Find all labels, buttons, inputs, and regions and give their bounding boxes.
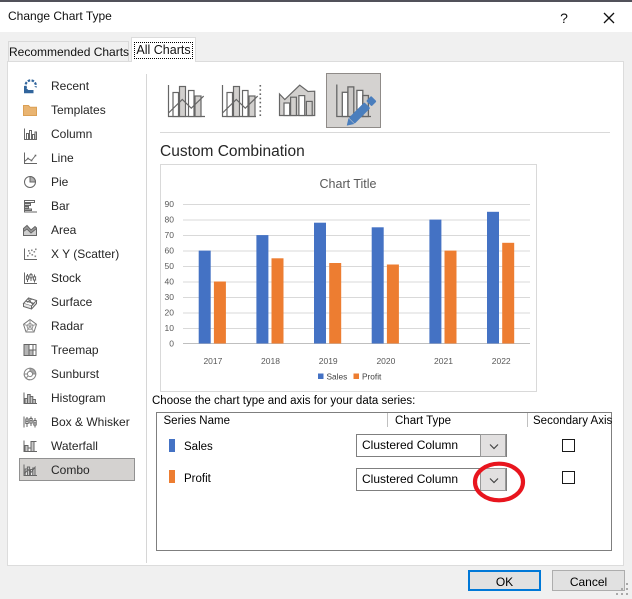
svg-text:2019: 2019: [319, 356, 338, 366]
svg-text:2022: 2022: [492, 356, 511, 366]
svg-text:10: 10: [165, 323, 175, 333]
svg-text:40: 40: [165, 277, 175, 287]
svg-text:Chart Title: Chart Title: [320, 177, 377, 191]
svg-text:50: 50: [165, 261, 175, 271]
svg-text:2017: 2017: [203, 356, 222, 366]
svg-text:60: 60: [165, 246, 175, 256]
svg-text:80: 80: [165, 215, 175, 225]
svg-text:Sales: Sales: [327, 372, 348, 382]
svg-text:2020: 2020: [376, 356, 395, 366]
svg-text:90: 90: [165, 199, 175, 209]
svg-text:0: 0: [169, 339, 174, 349]
svg-text:20: 20: [165, 308, 175, 318]
svg-text:Profit: Profit: [362, 372, 382, 382]
svg-text:2018: 2018: [261, 356, 280, 366]
svg-text:70: 70: [165, 230, 175, 240]
svg-text:30: 30: [165, 292, 175, 302]
svg-text:2021: 2021: [434, 356, 453, 366]
